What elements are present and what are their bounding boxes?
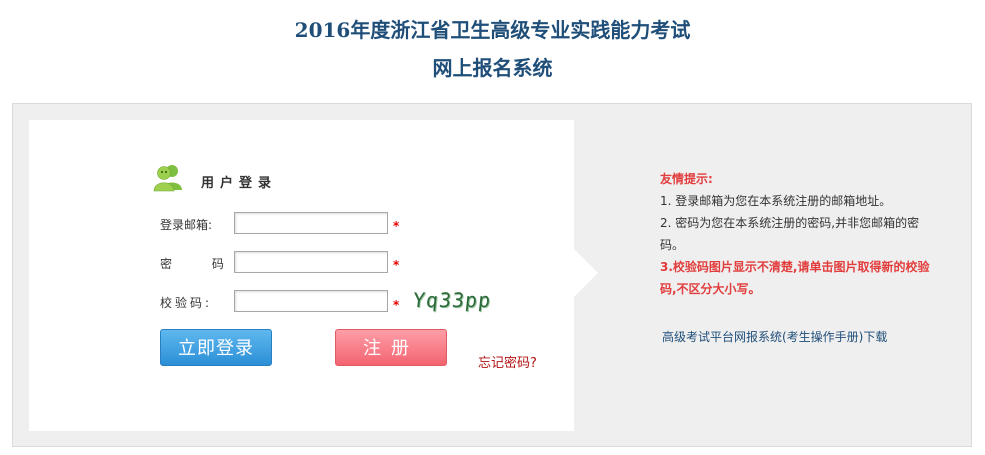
required-mark: *: [393, 258, 400, 272]
tips-title: 友情提示:: [660, 172, 713, 186]
login-button[interactable]: 立即登录: [160, 329, 272, 366]
forgot-password-link[interactable]: 忘记密码?: [478, 352, 537, 371]
login-box: 用户登录 登录邮箱: * 密 码: * 校验码: * Yq33pp 立即登录 注…: [29, 120, 574, 431]
captcha-field[interactable]: [234, 290, 388, 312]
required-mark: *: [393, 298, 400, 312]
box-pointer: [574, 249, 598, 297]
tip-item: 1. 登录邮箱为您在本系统注册的邮箱地址。: [660, 194, 892, 208]
email-field[interactable]: [234, 212, 388, 234]
page-title: 2016年度浙江省卫生高级专业实践能力考试: [294, 18, 691, 42]
captcha-label: 校验码:: [160, 296, 213, 310]
login-panel: 用户登录 登录邮箱: * 密 码: * 校验码: * Yq33pp 立即登录 注…: [12, 103, 972, 447]
email-label: 登录邮箱:: [160, 218, 213, 232]
tip-item: 2. 密码为您在本系统注册的密码,并非您邮箱的密码。: [660, 216, 920, 252]
register-button[interactable]: 注册: [335, 329, 447, 366]
tips-section: 友情提示: 1. 登录邮箱为您在本系统注册的邮箱地址。 2. 密码为您在本系统注…: [660, 168, 930, 300]
tip-item-warning: 3.校验码图片显示不清楚,请单击图片取得新的校验码,不区分大小写。: [660, 260, 930, 296]
manual-download-link[interactable]: 高级考试平台网报系统(考生操作手册)下载: [662, 328, 887, 345]
required-mark: *: [393, 219, 400, 233]
password-field[interactable]: [234, 251, 388, 273]
user-group-icon: [153, 165, 182, 192]
login-section-title: 用户登录: [201, 176, 278, 191]
captcha-image[interactable]: Yq33pp: [412, 288, 493, 312]
page-subtitle: 网上报名系统: [432, 56, 553, 80]
